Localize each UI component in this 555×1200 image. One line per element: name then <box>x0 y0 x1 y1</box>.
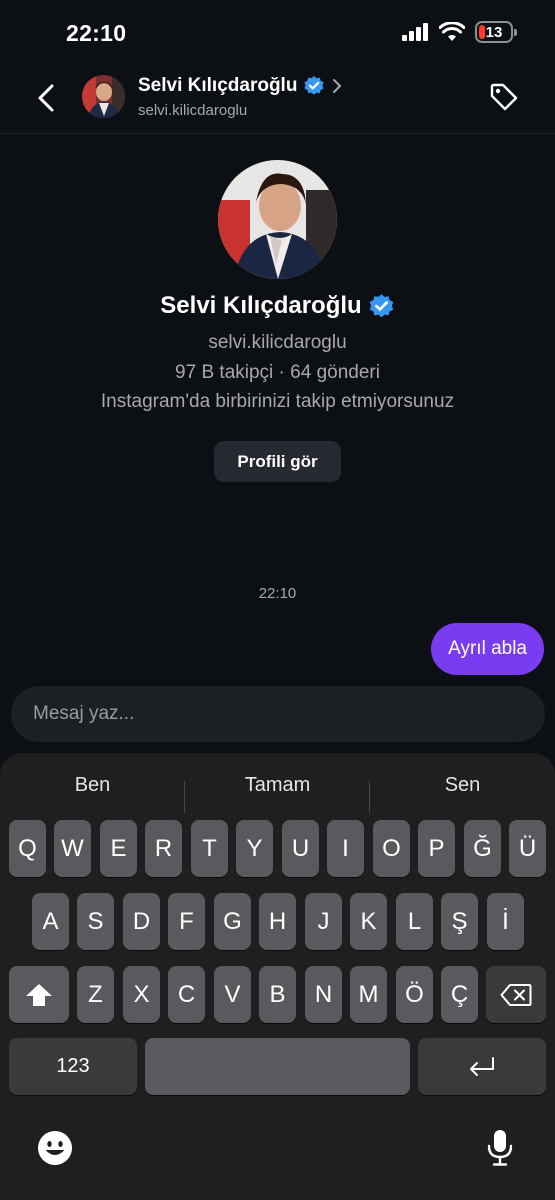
key-l[interactable]: L <box>396 893 433 950</box>
key-s-cedilla[interactable]: Ş <box>441 893 478 950</box>
profile-name: Selvi Kılıçdaroğlu <box>160 292 362 319</box>
view-profile-button[interactable]: Profili gör <box>214 441 341 482</box>
suggestion-item[interactable]: Ben <box>0 765 185 805</box>
shift-key[interactable] <box>9 966 69 1023</box>
key-f[interactable]: F <box>168 893 205 950</box>
emoji-button[interactable] <box>35 1128 75 1168</box>
battery-tip <box>514 29 517 36</box>
numbers-key[interactable]: 123 <box>9 1038 137 1095</box>
key-i-dotted[interactable]: İ <box>487 893 524 950</box>
avatar-photo <box>82 75 125 118</box>
status-time: 22:10 <box>66 20 127 46</box>
key-w[interactable]: W <box>54 820 91 877</box>
header-avatar[interactable] <box>82 75 125 118</box>
profile-avatar[interactable] <box>218 160 337 279</box>
chevron-left-icon <box>38 84 54 112</box>
key-j[interactable]: J <box>305 893 342 950</box>
verified-badge-icon <box>304 76 325 95</box>
follow-status: Instagram'da birbirinizi takip etmiyorsu… <box>100 391 455 412</box>
backspace-key[interactable] <box>486 966 546 1023</box>
profile-username: selvi.kilicdaroglu <box>208 332 347 353</box>
keyboard-suggestions: Ben Tamam Sen <box>0 765 555 813</box>
key-e[interactable]: E <box>100 820 137 877</box>
key-i[interactable]: I <box>327 820 364 877</box>
microphone-icon <box>487 1130 513 1166</box>
key-c[interactable]: C <box>168 966 205 1023</box>
key-g-breve[interactable]: Ğ <box>464 820 501 877</box>
dictation-button[interactable] <box>480 1128 520 1168</box>
tag-button[interactable] <box>487 80 521 114</box>
return-icon <box>470 1056 494 1076</box>
key-z[interactable]: Z <box>77 966 114 1023</box>
message-bubble-sent[interactable]: Ayrıl abla <box>431 623 544 675</box>
key-o-umlaut[interactable]: Ö <box>396 966 433 1023</box>
key-r[interactable]: R <box>145 820 182 877</box>
message-input[interactable] <box>33 686 513 742</box>
key-p[interactable]: P <box>418 820 455 877</box>
key-b[interactable]: B <box>259 966 296 1023</box>
cellular-signal-icon <box>402 23 428 41</box>
key-o[interactable]: O <box>373 820 410 877</box>
suggestion-item[interactable]: Sen <box>370 765 555 805</box>
status-icons: 13 <box>402 21 517 43</box>
key-s[interactable]: S <box>77 893 114 950</box>
verified-badge-icon <box>369 293 393 317</box>
header-name-row[interactable]: Selvi Kılıçdaroğlu <box>138 75 343 97</box>
key-g[interactable]: G <box>214 893 251 950</box>
space-key[interactable] <box>145 1038 410 1095</box>
key-v[interactable]: V <box>214 966 251 1023</box>
battery-level: 13 <box>485 23 503 41</box>
profile-stats: 97 B takipçi · 64 gönderi <box>175 362 380 383</box>
backspace-icon <box>500 983 532 1006</box>
key-k[interactable]: K <box>350 893 387 950</box>
chat-header: Selvi Kılıçdaroğlu selvi.kilicdaroglu <box>0 66 555 134</box>
key-d[interactable]: D <box>123 893 160 950</box>
key-t[interactable]: T <box>191 820 228 877</box>
key-x[interactable]: X <box>123 966 160 1023</box>
emoji-icon <box>38 1131 72 1165</box>
return-key[interactable] <box>418 1038 546 1095</box>
battery-fill <box>479 25 485 39</box>
key-h[interactable]: H <box>259 893 296 950</box>
key-a[interactable]: A <box>32 893 69 950</box>
profile-name-row: Selvi Kılıçdaroğlu <box>0 292 555 320</box>
wifi-icon <box>439 22 465 41</box>
key-m[interactable]: M <box>350 966 387 1023</box>
message-composer <box>11 686 545 742</box>
key-u[interactable]: U <box>282 820 319 877</box>
message-timestamp: 22:10 <box>258 585 297 602</box>
profile-photo <box>218 160 337 279</box>
key-c-cedilla[interactable]: Ç <box>441 966 478 1023</box>
key-u-umlaut[interactable]: Ü <box>509 820 546 877</box>
key-n[interactable]: N <box>305 966 342 1023</box>
back-button[interactable] <box>30 80 62 116</box>
header-username: selvi.kilicdaroglu <box>138 102 248 119</box>
key-q[interactable]: Q <box>9 820 46 877</box>
chevron-right-icon <box>333 79 342 93</box>
tag-icon <box>490 83 518 111</box>
key-y[interactable]: Y <box>236 820 273 877</box>
shift-icon <box>26 983 52 1006</box>
suggestion-item[interactable]: Tamam <box>185 765 370 805</box>
battery-indicator: 13 <box>475 21 517 43</box>
status-bar: 22:10 13 <box>0 0 555 66</box>
header-name: Selvi Kılıçdaroğlu <box>138 75 298 96</box>
